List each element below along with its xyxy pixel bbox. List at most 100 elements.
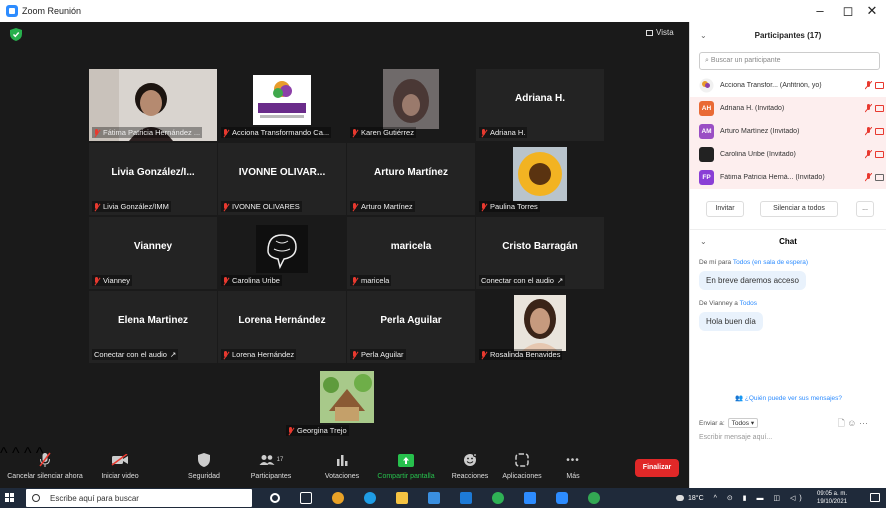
polls-button[interactable]: Votaciones [320,451,364,480]
participant-row[interactable]: Carolina Uribe (Invitado) [690,143,886,166]
video-tile[interactable]: Lorena Hernández Lorena Hernández [218,291,346,363]
participant-search-input[interactable]: ⌕ Buscar un participante [699,52,880,70]
microphone-muted-icon[interactable] [865,127,872,136]
microphone-muted-icon [39,452,51,467]
zoom-taskbar-icon[interactable] [556,492,568,504]
more-button[interactable]: ••• Más [558,451,588,481]
participant-display-name: maricela [390,241,432,252]
weather-icon [676,495,684,501]
notifications-icon[interactable] [870,493,880,502]
share-screen-icon [398,453,414,467]
people-icon: 👥 [734,395,745,402]
taskbar-search-input[interactable]: Escribe aquí para buscar [26,489,252,507]
cortana-icon[interactable] [270,493,280,503]
system-tray: 18°C ^ ⊙ ▮ ▬ ◫ ◁) [676,488,806,508]
video-tile[interactable]: Vianney Vianney [89,217,217,289]
chrome-profile-icon[interactable] [492,492,504,504]
video-tile[interactable]: Perla Aguilar Perla Aguilar [347,291,475,363]
windows-start-icon[interactable] [5,493,15,503]
shield-icon [198,453,210,467]
audio-connecting-icon: ↗ [556,276,564,285]
video-off-icon[interactable] [875,82,884,89]
participant-name-label: maricela [350,275,392,286]
security-button[interactable]: Seguridad [182,451,226,480]
tray-icons[interactable]: ^ ⊙ ▮ ▬ ◫ ◁) [714,494,806,502]
video-tile[interactable]: Acciona Transformando Ca... [218,69,346,141]
microphone-muted-icon [352,276,358,285]
chat-recipient-link[interactable]: Todos [740,300,757,307]
video-tile[interactable]: Adriana H. Adriana H. [476,69,604,141]
view-button[interactable]: Vista [646,28,674,37]
video-tile[interactable]: maricela maricela [347,217,475,289]
file-explorer-icon[interactable] [396,492,408,504]
video-off-icon[interactable] [875,128,884,135]
chat-recipient-link[interactable]: Todos (en sala de espera) [733,259,808,266]
participants-more-button[interactable]: ... [856,201,874,217]
invite-button[interactable]: Invitar [706,201,744,217]
video-off-icon[interactable] [875,151,884,158]
edge-icon[interactable] [364,492,376,504]
participant-row[interactable]: Acciona Transfor... (Anfitrión, yo) [690,74,886,97]
chrome-alt-icon[interactable] [588,492,600,504]
mute-all-button[interactable]: Silenciar a todos [760,201,838,217]
video-tile[interactable]: Rosalinda Benavides [476,291,604,363]
collapse-chat-icon[interactable]: ⌄ [700,230,707,254]
task-view-icon[interactable] [300,492,312,504]
word-icon[interactable] [524,492,536,504]
mute-button[interactable]: Cancelar silenciar ahora [6,451,84,480]
video-off-icon[interactable] [875,105,884,112]
video-off-icon[interactable] [875,174,884,181]
store-icon[interactable] [428,492,440,504]
send-to-row: Enviar a: Todos ▾ [699,418,759,428]
microphone-muted-icon [352,128,358,137]
microphone-muted-icon[interactable] [865,81,872,90]
apps-button[interactable]: Aplicaciones [498,451,546,480]
video-tile[interactable]: Carolina Uribe [218,217,346,289]
video-tile[interactable]: Livia González/I... Livia González/IMM [89,143,217,215]
taskbar-clock[interactable]: 09:05 a. m. 19/10/2021 [817,490,847,506]
chrome-icon[interactable] [332,492,344,504]
video-tile[interactable]: Georgina Trejo [283,367,411,439]
chat-attach-icons[interactable]: 🗋 ☺ ⋯ [838,416,868,432]
chat-message-input[interactable]: Escribir mensaje aquí... [699,434,772,441]
who-can-see-link[interactable]: 👥 ¿Quién puede ver sus mensajes? [690,394,886,402]
participant-name-label: Fátima Patricia Hernández ... [92,127,203,138]
mute-label: Cancelar silenciar ahora [7,473,83,480]
participant-name-label: IVONNE OLIVARES [221,201,302,212]
start-video-button[interactable]: Iniciar video [98,451,142,480]
microphone-muted-icon[interactable] [865,150,872,159]
microphone-muted-icon [352,202,358,211]
participant-name-label: Paulina Torres [479,201,540,212]
collapse-participants-icon[interactable]: ⌄ [700,22,707,50]
mail-icon[interactable] [460,492,472,504]
participant-row[interactable]: AH Adriana H. (Invitado) [690,97,886,120]
microphone-muted-icon[interactable] [865,104,872,113]
end-meeting-button[interactable]: Finalizar [635,459,679,477]
participant-display-name: Adriana H. [514,93,565,104]
share-screen-label: Compartir pantalla [377,473,435,480]
share-screen-button[interactable]: Compartir pantalla [370,451,442,480]
minimize-button[interactable]: – [806,0,834,22]
video-tile[interactable]: Karen Gutiérrez [347,69,475,141]
chat-message-meta: De mí para Todos (en sala de espera) [699,259,809,266]
video-tile[interactable]: Arturo Martínez Arturo Martínez [347,143,475,215]
microphone-muted-icon[interactable] [865,173,872,182]
polls-icon [337,455,348,466]
video-tile[interactable]: Paulina Torres [476,143,604,215]
microphone-muted-icon [223,202,229,211]
close-button[interactable]: ✕ [858,0,886,22]
video-tile[interactable]: Fátima Patricia Hernández ... [89,69,217,141]
participants-button[interactable]: 17 Participantes [244,451,298,480]
send-to-select[interactable]: Todos ▾ [727,418,759,428]
video-tile[interactable]: Elena Martinez Conectar con el audio ↗ [89,291,217,363]
video-tile[interactable]: IVONNE OLIVAR... IVONNE OLIVARES [218,143,346,215]
chat-message-meta: De Vianney a Todos [699,300,757,307]
participant-row[interactable]: AM Arturo Martínez (Invitado) [690,120,886,143]
participant-name-label: Conectar con el audio ↗ [479,275,566,286]
reactions-button[interactable]: Reacciones [450,451,490,480]
participant-row[interactable]: FP Fátima Patricia Hernà... (Invitado) [690,166,886,189]
microphone-muted-icon [481,350,487,359]
security-shield-icon[interactable] [10,28,22,41]
video-tile[interactable]: Cristo Barragán Conectar con el audio ↗ [476,217,604,289]
more-dots-icon: ••• [566,454,580,466]
